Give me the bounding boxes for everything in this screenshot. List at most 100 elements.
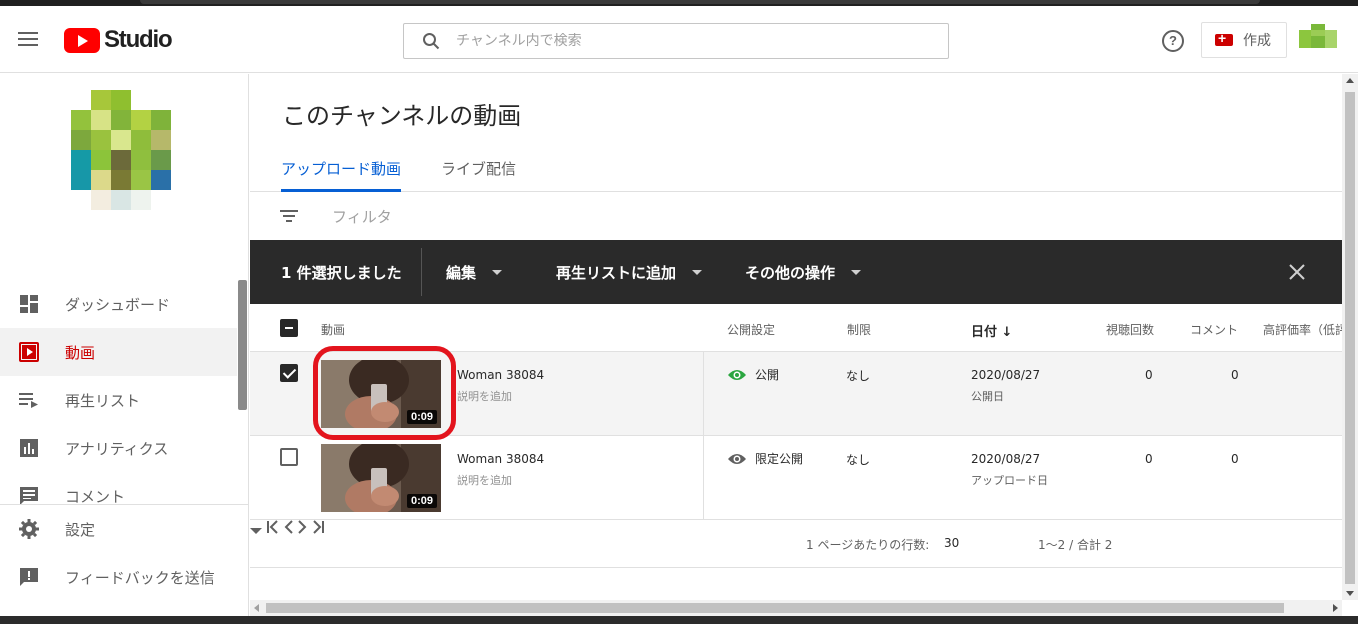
scroll-left-icon[interactable] bbox=[254, 604, 259, 612]
create-button[interactable]: 作成 bbox=[1201, 22, 1287, 58]
visibility-label: 公開 bbox=[755, 368, 780, 382]
col-likes[interactable]: 高評価率（低評 bbox=[1263, 321, 1347, 338]
prev-page-icon[interactable] bbox=[284, 520, 294, 534]
tab-live[interactable]: ライブ配信 bbox=[441, 158, 516, 192]
add-to-playlist-button[interactable]: 再生リストに追加 bbox=[556, 262, 745, 283]
scroll-right-icon[interactable] bbox=[1333, 604, 1338, 612]
channel-avatar[interactable] bbox=[71, 90, 171, 210]
column-divider bbox=[703, 436, 704, 520]
browser-tab-strip bbox=[140, 0, 1260, 4]
logo-text: Studio bbox=[104, 26, 173, 53]
restrictions-cell: なし bbox=[846, 453, 871, 467]
scroll-up-icon[interactable] bbox=[1346, 78, 1354, 83]
studio-header: Studio ? 作成 bbox=[0, 6, 1358, 73]
chevron-down-icon bbox=[492, 269, 503, 275]
analytics-icon bbox=[19, 438, 39, 458]
sidebar-item-videos[interactable]: 動画 bbox=[0, 328, 237, 376]
views-cell: 0 bbox=[1145, 452, 1153, 466]
search-input[interactable] bbox=[456, 33, 896, 49]
chevron-down-icon bbox=[692, 269, 703, 275]
playlist-icon bbox=[19, 390, 39, 410]
sidebar-item-settings[interactable]: 設定 bbox=[0, 505, 248, 553]
sidebar-item-label: 設定 bbox=[65, 520, 96, 539]
sidebar: ダッシュボード 動画 再生リスト アナリティクス コメント 設定 フィードバック… bbox=[0, 74, 249, 624]
youtube-play-icon bbox=[64, 27, 100, 53]
bulk-divider bbox=[421, 248, 422, 296]
video-thumbnail[interactable]: 0:09 bbox=[321, 444, 441, 512]
rows-per-page-value[interactable]: 30 bbox=[944, 536, 959, 550]
pagination-bar: 1 ページあたりの行数: 30 1～2 / 合計 2 bbox=[250, 520, 1342, 568]
dashboard-icon bbox=[19, 294, 39, 314]
col-date[interactable]: 日付 ↓ bbox=[971, 321, 1012, 340]
bulk-edit-button[interactable]: 編集 bbox=[446, 262, 556, 283]
rows-per-page-dropdown-icon[interactable] bbox=[250, 528, 262, 534]
add-to-playlist-label: 再生リストに追加 bbox=[556, 263, 677, 282]
date-status: アップロード日 bbox=[971, 474, 1048, 487]
col-video: 動画 bbox=[321, 323, 346, 337]
visibility-label: 限定公開 bbox=[755, 452, 804, 466]
sidebar-bottom: 設定 フィードバックを送信 bbox=[0, 504, 248, 601]
filter-bar[interactable]: フィルタ bbox=[250, 192, 1342, 240]
horizontal-scroll-thumb[interactable] bbox=[266, 603, 1284, 613]
account-avatar[interactable] bbox=[1299, 24, 1337, 54]
sidebar-item-label: ダッシュボード bbox=[65, 295, 171, 314]
horizontal-scrollbar[interactable] bbox=[250, 600, 1342, 616]
sidebar-item-label: 再生リスト bbox=[65, 391, 141, 410]
col-comments[interactable]: コメント bbox=[1190, 321, 1238, 338]
sidebar-item-feedback[interactable]: フィードバックを送信 bbox=[0, 553, 248, 601]
sidebar-scrollbar[interactable] bbox=[238, 280, 247, 410]
next-page-icon[interactable] bbox=[297, 520, 307, 534]
visibility-cell[interactable]: 公開 bbox=[728, 366, 779, 383]
bulk-action-bar: 1 件選択しました 編集 再生リストに追加 その他の操作 bbox=[250, 240, 1342, 304]
studio-logo[interactable]: Studio bbox=[64, 26, 173, 53]
video-thumbnail[interactable]: 0:09 bbox=[321, 360, 441, 428]
channel-search[interactable] bbox=[403, 23, 949, 59]
row-checkbox[interactable] bbox=[280, 364, 298, 382]
col-visibility[interactable]: 公開設定 bbox=[727, 321, 775, 338]
sidebar-item-label: アナリティクス bbox=[65, 439, 169, 458]
first-page-icon[interactable] bbox=[266, 520, 280, 534]
more-actions-label: その他の操作 bbox=[745, 263, 836, 282]
sidebar-item-playlists[interactable]: 再生リスト bbox=[0, 376, 237, 424]
views-cell: 0 bbox=[1145, 368, 1153, 382]
eye-public-icon bbox=[728, 369, 746, 380]
sidebar-item-label: フィードバックを送信 bbox=[65, 568, 215, 587]
search-icon bbox=[423, 33, 440, 50]
video-description[interactable]: 説明を追加 bbox=[457, 388, 512, 404]
sidebar-item-analytics[interactable]: アナリティクス bbox=[0, 424, 237, 472]
comments-cell: 0 bbox=[1231, 368, 1239, 382]
vertical-scrollbar[interactable] bbox=[1342, 74, 1358, 600]
date-cell: 2020/08/27 bbox=[971, 368, 1041, 382]
video-title[interactable]: Woman 38084 bbox=[457, 368, 544, 382]
select-all-checkbox[interactable] bbox=[280, 319, 298, 337]
date-cell: 2020/08/27 bbox=[971, 452, 1041, 466]
col-views[interactable]: 視聴回数 bbox=[1106, 321, 1154, 338]
last-page-icon[interactable] bbox=[311, 520, 325, 534]
table-row[interactable]: 0:09 Woman 38084 説明を追加 公開 なし 2020/08/27 … bbox=[250, 346, 1342, 440]
close-icon[interactable] bbox=[1289, 264, 1305, 280]
col-date-label: 日付 bbox=[971, 325, 998, 340]
scroll-down-icon[interactable] bbox=[1346, 591, 1354, 596]
table-row[interactable]: 0:09 Woman 38084 説明を追加 限定公開 なし 2020/08/2… bbox=[250, 436, 1342, 520]
filter-icon bbox=[280, 210, 298, 222]
row-checkbox[interactable] bbox=[280, 448, 298, 466]
create-video-icon bbox=[1215, 30, 1233, 46]
arrow-down-icon: ↓ bbox=[1001, 325, 1013, 340]
create-label: 作成 bbox=[1243, 33, 1271, 49]
filter-label[interactable]: フィルタ bbox=[332, 206, 392, 227]
col-restrictions[interactable]: 制限 bbox=[847, 321, 871, 338]
column-divider bbox=[703, 352, 704, 436]
more-actions-button[interactable]: その他の操作 bbox=[745, 262, 862, 283]
menu-icon[interactable] bbox=[18, 32, 38, 46]
taskbar-strip bbox=[0, 616, 1358, 624]
video-title[interactable]: Woman 38084 bbox=[457, 452, 544, 466]
vertical-scroll-thumb[interactable] bbox=[1345, 92, 1355, 584]
date-status: 公開日 bbox=[971, 390, 1004, 403]
video-description[interactable]: 説明を追加 bbox=[457, 472, 512, 488]
tab-uploads[interactable]: アップロード動画 bbox=[281, 158, 402, 192]
video-table: 動画 公開設定 制限 日付 ↓ 視聴回数 コメント 高評価率（低評 0:09 W… bbox=[250, 304, 1347, 520]
sidebar-item-dashboard[interactable]: ダッシュボード bbox=[0, 280, 237, 328]
visibility-cell[interactable]: 限定公開 bbox=[728, 450, 803, 467]
comments-cell: 0 bbox=[1231, 452, 1239, 466]
help-icon[interactable]: ? bbox=[1162, 30, 1184, 52]
